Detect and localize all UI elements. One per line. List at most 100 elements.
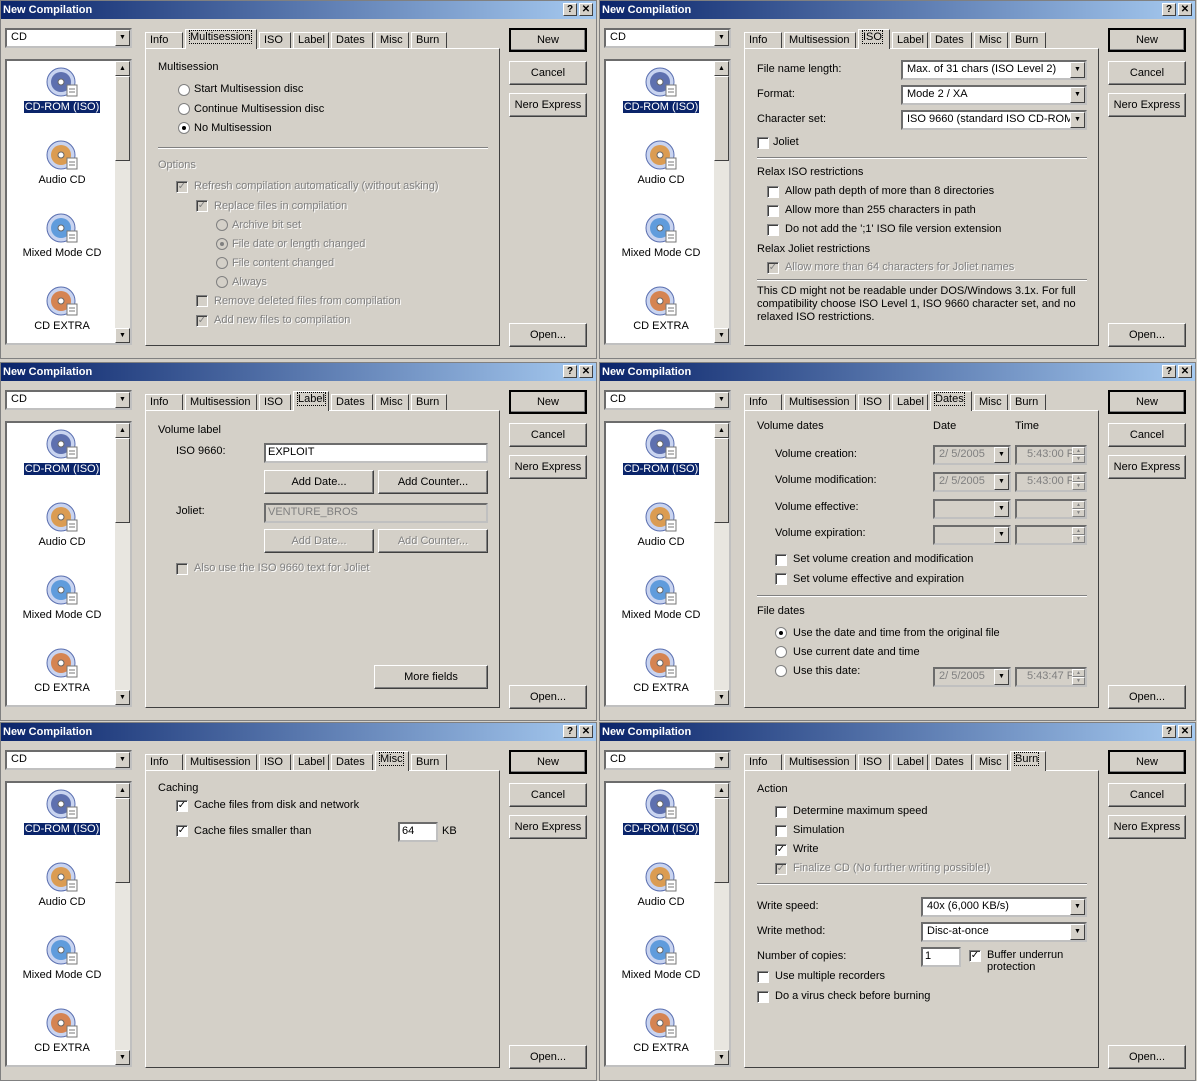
compilation-type-item[interactable]: Audio CD bbox=[7, 138, 117, 186]
format-select[interactable]: Mode 2 / XA ▼ bbox=[901, 85, 1087, 105]
scroll-down-icon[interactable]: ▼ bbox=[115, 328, 130, 343]
start-multisession-radio[interactable] bbox=[178, 84, 190, 96]
tab-iso[interactable]: ISO bbox=[858, 754, 890, 770]
compilation-type-item[interactable]: Audio CD bbox=[7, 860, 117, 908]
open-button[interactable]: Open... bbox=[509, 323, 587, 347]
chevron-down-icon[interactable]: ▼ bbox=[1070, 87, 1085, 103]
scroll-thumb[interactable] bbox=[115, 438, 130, 523]
path-depth-checkbox[interactable] bbox=[767, 186, 779, 198]
simulation-checkbox[interactable] bbox=[775, 825, 787, 837]
scroll-thumb[interactable] bbox=[115, 798, 130, 883]
chevron-down-icon[interactable]: ▼ bbox=[1070, 62, 1085, 78]
max-speed-checkbox[interactable] bbox=[775, 806, 787, 818]
compilation-type-item[interactable]: CD EXTRA bbox=[606, 646, 716, 694]
tab-iso[interactable]: ISO bbox=[858, 29, 890, 49]
help-button[interactable]: ? bbox=[1162, 3, 1176, 16]
file-name-length-select[interactable]: Max. of 31 chars (ISO Level 2) ▼ bbox=[901, 60, 1087, 80]
tab-multisession[interactable]: Multisession bbox=[784, 754, 856, 770]
help-button[interactable]: ? bbox=[563, 365, 577, 378]
nero-express-button[interactable]: Nero Express bbox=[1108, 455, 1186, 479]
cache-size-input[interactable]: 64 bbox=[398, 822, 438, 842]
more-fields-button[interactable]: More fields bbox=[374, 665, 488, 689]
tab-burn[interactable]: Burn bbox=[1010, 751, 1046, 771]
compilation-type-item[interactable]: Audio CD bbox=[606, 860, 716, 908]
compilation-type-item[interactable]: Audio CD bbox=[7, 500, 117, 548]
scroll-up-icon[interactable]: ▲ bbox=[115, 783, 130, 798]
compilation-type-list[interactable]: CD-ROM (ISO) Audio CD Mixed Mode CD CD E… bbox=[604, 421, 731, 707]
tab-info[interactable]: Info bbox=[145, 32, 183, 48]
close-icon[interactable]: ✕ bbox=[579, 365, 593, 378]
tab-iso[interactable]: ISO bbox=[259, 394, 291, 410]
list-scrollbar[interactable]: ▲ ▼ bbox=[115, 61, 130, 343]
scroll-down-icon[interactable]: ▼ bbox=[115, 690, 130, 705]
compilation-type-list[interactable]: CD-ROM (ISO) Audio CD Mixed Mode CD CD E… bbox=[604, 781, 731, 1067]
tab-burn[interactable]: Burn bbox=[411, 754, 447, 770]
copies-input[interactable]: 1 bbox=[921, 947, 961, 967]
new-button[interactable]: New bbox=[1108, 390, 1186, 414]
tab-dates[interactable]: Dates bbox=[331, 32, 373, 48]
scroll-thumb[interactable] bbox=[714, 798, 729, 883]
compilation-type-item[interactable]: CD-ROM (ISO) bbox=[7, 787, 117, 836]
help-button[interactable]: ? bbox=[1162, 365, 1176, 378]
nero-express-button[interactable]: Nero Express bbox=[509, 93, 587, 117]
cache-smaller-checkbox[interactable]: ✓ bbox=[176, 825, 188, 837]
scroll-up-icon[interactable]: ▲ bbox=[115, 61, 130, 76]
cancel-button[interactable]: Cancel bbox=[1108, 423, 1186, 447]
tab-info[interactable]: Info bbox=[744, 394, 782, 410]
open-button[interactable]: Open... bbox=[1108, 1045, 1186, 1069]
disc-type-select[interactable]: CD ▼ bbox=[5, 390, 132, 410]
tab-iso[interactable]: ISO bbox=[858, 394, 890, 410]
no-multisession-radio[interactable] bbox=[178, 122, 190, 134]
help-button[interactable]: ? bbox=[563, 725, 577, 738]
add-date-joliet-button[interactable]: Add Date... bbox=[264, 529, 374, 553]
nero-express-button[interactable]: Nero Express bbox=[1108, 815, 1186, 839]
character-set-select[interactable]: ISO 9660 (standard ISO CD-ROM) ▼ bbox=[901, 110, 1087, 130]
use-original-radio[interactable] bbox=[775, 627, 787, 639]
compilation-type-item[interactable]: CD EXTRA bbox=[7, 284, 117, 332]
compilation-type-item[interactable]: CD-ROM (ISO) bbox=[7, 427, 117, 476]
write-speed-select[interactable]: 40x (6,000 KB/s) ▼ bbox=[921, 897, 1087, 917]
tab-multisession[interactable]: Multisession bbox=[185, 754, 257, 770]
tab-misc[interactable]: Misc bbox=[974, 394, 1008, 410]
cancel-button[interactable]: Cancel bbox=[1108, 61, 1186, 85]
chevron-down-icon[interactable]: ▼ bbox=[1070, 899, 1085, 915]
open-button[interactable]: Open... bbox=[1108, 323, 1186, 347]
scroll-thumb[interactable] bbox=[115, 76, 130, 161]
no-version-checkbox[interactable] bbox=[767, 224, 779, 236]
cancel-button[interactable]: Cancel bbox=[509, 61, 587, 85]
compilation-type-item[interactable]: CD EXTRA bbox=[7, 1006, 117, 1054]
continue-multisession-radio[interactable] bbox=[178, 103, 190, 115]
tab-dates[interactable]: Dates bbox=[930, 391, 972, 411]
close-icon[interactable]: ✕ bbox=[579, 3, 593, 16]
cancel-button[interactable]: Cancel bbox=[1108, 783, 1186, 807]
compilation-type-list[interactable]: CD-ROM (ISO) Audio CD Mixed Mode CD CD E… bbox=[5, 421, 132, 707]
compilation-type-list[interactable]: CD-ROM (ISO) Audio CD Mixed Mode CD CD E… bbox=[604, 59, 731, 345]
compilation-type-list[interactable]: CD-ROM (ISO) Audio CD Mixed Mode CD CD E… bbox=[5, 59, 132, 345]
compilation-type-list[interactable]: CD-ROM (ISO) Audio CD Mixed Mode CD CD E… bbox=[5, 781, 132, 1067]
tab-burn[interactable]: Burn bbox=[1010, 394, 1046, 410]
use-this-date-radio[interactable] bbox=[775, 665, 787, 677]
tab-dates[interactable]: Dates bbox=[930, 32, 972, 48]
tab-info[interactable]: Info bbox=[145, 394, 183, 410]
cancel-button[interactable]: Cancel bbox=[509, 423, 587, 447]
set-effective-checkbox[interactable] bbox=[775, 573, 787, 585]
tab-dates[interactable]: Dates bbox=[331, 394, 373, 410]
disc-type-select[interactable]: CD ▼ bbox=[604, 750, 731, 770]
nero-express-button[interactable]: Nero Express bbox=[509, 815, 587, 839]
close-icon[interactable]: ✕ bbox=[1178, 3, 1192, 16]
nero-express-button[interactable]: Nero Express bbox=[1108, 93, 1186, 117]
chevron-down-icon[interactable]: ▼ bbox=[714, 392, 729, 408]
scroll-up-icon[interactable]: ▲ bbox=[714, 61, 729, 76]
new-button[interactable]: New bbox=[1108, 750, 1186, 774]
write-checkbox[interactable]: ✓ bbox=[775, 844, 787, 856]
scroll-up-icon[interactable]: ▲ bbox=[115, 423, 130, 438]
scroll-up-icon[interactable]: ▲ bbox=[714, 423, 729, 438]
tab-info[interactable]: Info bbox=[145, 754, 183, 770]
add-date-button[interactable]: Add Date... bbox=[264, 470, 374, 494]
tab-label[interactable]: Label bbox=[892, 32, 928, 48]
new-button[interactable]: New bbox=[1108, 28, 1186, 52]
compilation-type-item[interactable]: Mixed Mode CD bbox=[606, 211, 716, 259]
list-scrollbar[interactable]: ▲ ▼ bbox=[714, 423, 729, 705]
write-method-select[interactable]: Disc-at-once ▼ bbox=[921, 922, 1087, 942]
tab-misc[interactable]: Misc bbox=[974, 32, 1008, 48]
